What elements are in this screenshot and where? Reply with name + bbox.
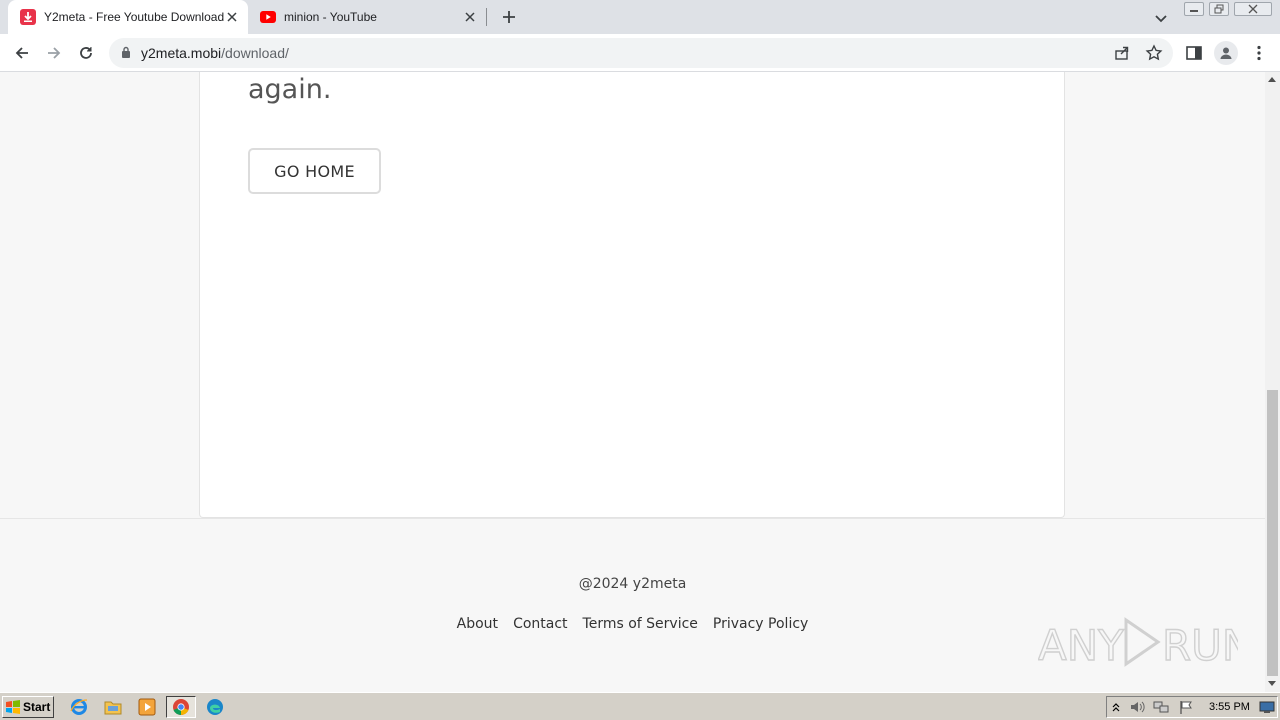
volume-icon[interactable] — [1129, 700, 1145, 714]
share-icon[interactable] — [1113, 44, 1131, 62]
message-text: again. — [248, 74, 332, 105]
footer-link-privacy[interactable]: Privacy Policy — [713, 616, 808, 632]
copyright-text: @2024 y2meta — [578, 576, 687, 592]
file-explorer-icon[interactable] — [102, 697, 124, 717]
chrome-taskbar-button[interactable] — [166, 696, 196, 718]
new-tab-button[interactable] — [498, 6, 520, 28]
browser-toolbar: y2meta.mobi/download/ — [0, 34, 1280, 72]
minimize-icon — [1190, 10, 1198, 12]
network-icon[interactable] — [1153, 700, 1169, 714]
side-panel-icon[interactable] — [1185, 44, 1203, 62]
chrome-icon — [173, 699, 189, 716]
menu-icon[interactable] — [1250, 44, 1268, 62]
youtube-icon — [260, 9, 276, 25]
address-bar[interactable]: y2meta.mobi/download/ — [109, 38, 1173, 68]
footer-link-terms[interactable]: Terms of Service — [583, 616, 698, 632]
system-tray — [1106, 696, 1278, 718]
media-player-icon[interactable] — [136, 697, 158, 717]
scroll-up-arrow-icon[interactable] — [1268, 77, 1276, 82]
close-tab-icon[interactable] — [224, 9, 240, 25]
footer-divider — [0, 518, 1265, 519]
taskbar-clock[interactable]: 3:55 PM — [1209, 701, 1250, 713]
tab-title: Y2meta - Free Youtube Downloader — [44, 10, 224, 24]
tab-youtube[interactable]: minion - YouTube — [248, 0, 486, 34]
anyrun-watermark: ANY RUN — [1038, 617, 1238, 671]
forward-button[interactable] — [42, 41, 66, 65]
profile-button[interactable] — [1214, 41, 1238, 65]
download-icon — [20, 9, 36, 25]
restore-button[interactable] — [1209, 2, 1229, 16]
restore-icon — [1214, 4, 1224, 14]
tab-separator — [486, 8, 487, 26]
close-icon — [1248, 4, 1258, 14]
close-tab-icon[interactable] — [462, 9, 478, 25]
show-desktop-icon[interactable] — [1259, 701, 1275, 714]
star-icon[interactable] — [1145, 44, 1163, 62]
windows-logo-icon — [6, 700, 20, 714]
chevron-down-icon — [1155, 15, 1167, 23]
start-button[interactable]: Start — [2, 696, 54, 718]
minimize-button[interactable] — [1184, 2, 1204, 16]
watermark-run: RUN — [1162, 621, 1238, 670]
url-text[interactable]: y2meta.mobi/download/ — [141, 45, 289, 61]
reload-icon — [80, 47, 92, 59]
profile-icon — [1220, 47, 1232, 59]
tab-y2meta[interactable]: Y2meta - Free Youtube Downloader — [8, 0, 248, 34]
footer-link-contact[interactable]: Contact — [513, 616, 567, 632]
tab-search-button[interactable] — [1152, 9, 1170, 27]
ie-icon[interactable] — [68, 697, 90, 717]
footer-link-about[interactable]: About — [457, 616, 498, 632]
scrollbar-thumb[interactable] — [1267, 390, 1278, 676]
watermark-any: ANY — [1038, 621, 1124, 670]
play-logo-icon — [1124, 617, 1161, 667]
arrow-right-icon — [48, 47, 61, 59]
plus-icon — [503, 11, 515, 23]
back-button[interactable] — [10, 41, 34, 65]
url-host: y2meta.mobi — [141, 45, 222, 61]
show-hidden-icons-icon[interactable] — [1111, 701, 1121, 713]
close-window-button[interactable] — [1234, 2, 1272, 16]
vertical-scrollbar[interactable] — [1265, 72, 1280, 692]
action-center-flag-icon[interactable] — [1179, 700, 1193, 714]
scroll-down-arrow-icon[interactable] — [1268, 681, 1276, 686]
page-viewport: again. GO HOME @2024 y2meta About Contac… — [0, 72, 1265, 692]
go-home-button[interactable]: GO HOME — [248, 148, 381, 194]
arrow-left-icon — [15, 47, 28, 59]
content-card: again. GO HOME — [199, 72, 1065, 518]
tab-strip: Y2meta - Free Youtube Downloader minion … — [0, 0, 1280, 34]
reload-button[interactable] — [74, 41, 98, 65]
tab-title: minion - YouTube — [284, 10, 377, 24]
lock-icon[interactable] — [121, 46, 131, 59]
url-path: /download/ — [221, 45, 289, 61]
windows-taskbar: Start 3:55 PM — [0, 692, 1280, 720]
edge-icon[interactable] — [204, 697, 226, 717]
start-label: Start — [23, 700, 51, 714]
